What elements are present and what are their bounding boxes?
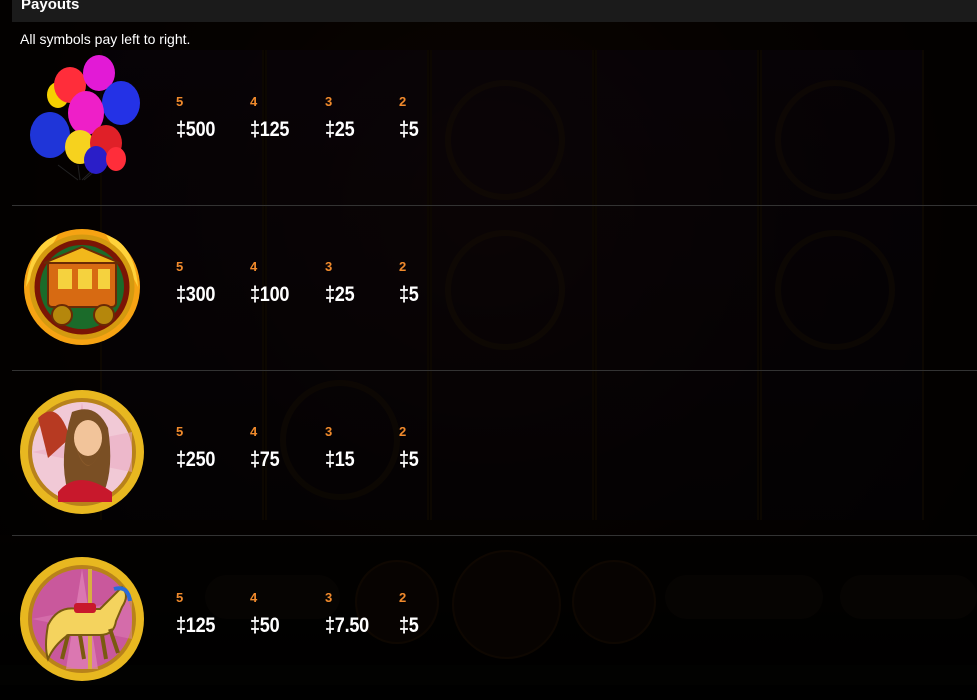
payout-cell: 3 ‡25: [325, 259, 359, 307]
payout-amount: ‡75: [250, 448, 280, 471]
payout-count: 4: [250, 590, 258, 605]
balloons-icon: [18, 55, 146, 183]
payout-cell: 3 ‡25: [325, 94, 359, 142]
payout-cell: 4 ‡100: [250, 259, 296, 307]
payout-amount: ‡25: [325, 283, 355, 306]
panel-header: Payouts: [12, 0, 977, 22]
payout-cell: 3 ‡7.50: [325, 590, 376, 638]
payout-amount: ‡5: [399, 118, 419, 141]
payout-cell: 5 ‡250: [176, 424, 222, 472]
payout-cell: 5 ‡125: [176, 590, 222, 638]
payout-row: 5 ‡500 4 ‡125 3 ‡25 2 ‡5: [12, 40, 977, 206]
payout-amount: ‡500: [176, 118, 216, 141]
carousel-horse-icon: [18, 555, 146, 683]
payout-amount: ‡250: [176, 448, 216, 471]
payout-count: 4: [250, 259, 258, 274]
payout-amount: ‡125: [176, 614, 216, 637]
payout-amount: ‡50: [250, 614, 280, 637]
payout-count: 2: [399, 259, 407, 274]
payout-cell: 2 ‡5: [399, 424, 422, 472]
payout-row: 5 ‡125 4 ‡50 3 ‡7.50 2 ‡5: [12, 535, 977, 700]
payout-cell: 4 ‡75: [250, 424, 284, 472]
payout-row: 5 ‡300 4 ‡100 3 ‡25 2 ‡5: [12, 205, 977, 371]
payout-amount: ‡5: [399, 283, 419, 306]
payout-cell: 4 ‡50: [250, 590, 284, 638]
payout-count: 5: [176, 424, 184, 439]
payout-cell: 4 ‡125: [250, 94, 296, 142]
payout-amount: ‡7.50: [325, 614, 369, 637]
payout-count: 3: [325, 424, 333, 439]
payout-count: 3: [325, 259, 333, 274]
payout-amount: ‡25: [325, 118, 355, 141]
bearded-lady-icon: [18, 388, 146, 516]
payout-cell: 2 ‡5: [399, 94, 422, 142]
payout-count: 5: [176, 590, 184, 605]
payout-cell: 5 ‡300: [176, 259, 222, 307]
payout-count: 2: [399, 590, 407, 605]
payout-count: 3: [325, 94, 333, 109]
payout-count: 4: [250, 94, 258, 109]
payout-count: 5: [176, 259, 184, 274]
payout-amount: ‡125: [250, 118, 290, 141]
circus-wagon-icon: [18, 223, 146, 351]
payout-cell: 5 ‡500: [176, 94, 222, 142]
payout-cell: 2 ‡5: [399, 259, 422, 307]
payout-count: 2: [399, 424, 407, 439]
payout-amount: ‡15: [325, 448, 355, 471]
payout-count: 5: [176, 94, 184, 109]
payouts-panel: Payouts All symbols pay left to right. 5…: [0, 0, 977, 685]
payout-amount: ‡5: [399, 448, 419, 471]
payout-cell: 3 ‡15: [325, 424, 359, 472]
panel-title: Payouts: [21, 0, 80, 13]
payout-count: 4: [250, 424, 258, 439]
payout-amount: ‡100: [250, 283, 290, 306]
payout-count: 3: [325, 590, 333, 605]
payout-cell: 2 ‡5: [399, 590, 422, 638]
payout-count: 2: [399, 94, 407, 109]
payout-amount: ‡300: [176, 283, 216, 306]
payout-amount: ‡5: [399, 614, 419, 637]
payout-row: 5 ‡250 4 ‡75 3 ‡15 2 ‡5: [12, 370, 977, 536]
